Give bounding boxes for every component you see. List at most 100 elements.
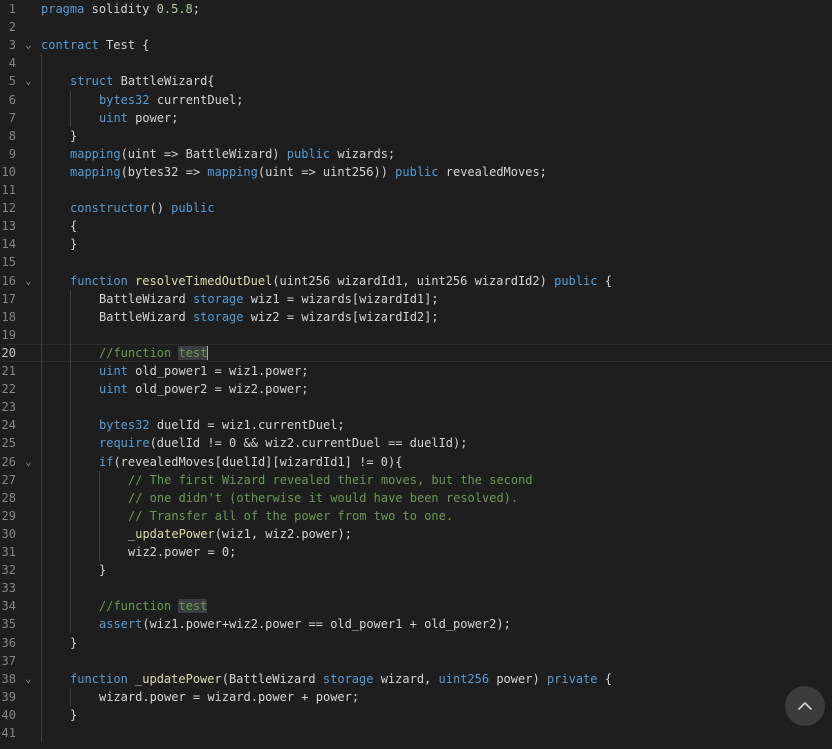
line-number: 3 xyxy=(8,38,16,53)
line-number: 1 xyxy=(8,2,16,16)
code-line[interactable]: 6 bytes32 currentDuel; xyxy=(0,91,832,109)
code-token: uint xyxy=(99,364,128,378)
code-token: { xyxy=(70,219,78,234)
code-token: function xyxy=(70,273,128,288)
code-token: if xyxy=(99,454,114,469)
code-editor[interactable]: 1 pragma solidity 0.5.8; 2 3 ⌄ contract Test … xyxy=(0,0,832,749)
code-line[interactable]: 11 xyxy=(0,181,832,199)
indent-guide xyxy=(70,90,71,127)
line-number: 12 xyxy=(1,201,16,216)
code-line[interactable]: 37 xyxy=(0,652,832,670)
fold-chevron-icon[interactable]: ⌄ xyxy=(25,272,37,290)
code-text: } xyxy=(70,706,77,724)
code-token: mapping xyxy=(70,146,121,161)
code-line[interactable]: 38 ⌄ function _updatePower(BattleWizard st… xyxy=(0,670,832,688)
code-line[interactable]: 9 mapping(uint => BattleWizard) public wi… xyxy=(0,145,832,163)
code-line[interactable]: 10 mapping(bytes32 => mapping(uint => uin… xyxy=(0,163,832,181)
code-line[interactable]: 2 xyxy=(0,18,832,36)
code-line[interactable]: 3 ⌄ contract Test { xyxy=(0,36,832,54)
code-line[interactable]: 22 uint old_power2 = wiz2.power; xyxy=(0,380,832,398)
code-line[interactable]: 40} xyxy=(0,706,832,724)
chevron-up-icon xyxy=(798,702,812,710)
code-text: uint power; xyxy=(99,109,179,127)
code-line[interactable]: 36} xyxy=(0,634,832,652)
code-line[interactable]: 20 //function test xyxy=(0,343,832,362)
code-line[interactable]: 39 wizard.power = wizard.power + power; xyxy=(0,688,832,706)
code-token: pragma xyxy=(41,2,85,16)
line-number: 18 xyxy=(1,309,16,324)
fold-chevron-icon[interactable]: ⌄ xyxy=(25,670,37,688)
code-line[interactable]: 14} xyxy=(0,235,832,253)
code-token: (wiz1.power+wiz2.power == old_power1 + o… xyxy=(142,617,511,632)
code-token: duelId = wiz1.currentDuel; xyxy=(156,418,345,433)
code-line[interactable]: 34 //function test xyxy=(0,597,832,615)
fold-chevron-icon[interactable]: ⌄ xyxy=(25,72,37,90)
code-token: // The first Wizard revealed their moves… xyxy=(128,472,533,487)
code-token: public xyxy=(395,164,439,179)
line-number: 9 xyxy=(8,146,16,161)
code-line[interactable]: 28 // one didn't (otherwise it would have… xyxy=(0,489,832,507)
line-number: 2 xyxy=(8,20,16,35)
code-line[interactable]: 19 xyxy=(0,326,832,344)
line-number: 28 xyxy=(1,490,16,505)
code-line[interactable]: 7 uint power; xyxy=(0,109,832,127)
code-text: } xyxy=(99,561,106,579)
code-line[interactable]: 18 BattleWizard storage wiz2 = wizards[wi… xyxy=(0,308,832,326)
code-line[interactable]: 24 bytes32 duelId = wiz1.currentDuel; xyxy=(0,416,832,434)
code-line[interactable]: 16 ⌄ function resolveTimedOutDuel(uint256 … xyxy=(0,272,832,290)
code-line[interactable]: 29 // Transfer all of the power from two … xyxy=(0,507,832,525)
code-line[interactable]: 23 xyxy=(0,398,832,416)
code-line[interactable]: 30 _updatePower(wiz1, wiz2.power); xyxy=(0,525,832,543)
code-token: contract xyxy=(41,38,99,53)
code-line[interactable]: 25 require(duelId != 0 && wiz2.currentDue… xyxy=(0,434,832,452)
code-token: public xyxy=(171,201,215,216)
scroll-to-top-button[interactable] xyxy=(785,686,825,726)
code-token: public xyxy=(286,146,331,161)
code-line[interactable]: 15 xyxy=(0,253,832,271)
code-line[interactable]: 32} xyxy=(0,561,832,579)
code-line[interactable]: 26 ⌄ if(revealedMoves[duelId][wizardId1] !… xyxy=(0,453,832,471)
code-token: (revealedMoves[duelId][wizardId1] != 0){ xyxy=(113,454,403,469)
code-text: _updatePower(wiz1, wiz2.power); xyxy=(128,525,352,543)
line-number: 36 xyxy=(1,635,16,650)
code-line[interactable]: 13 { xyxy=(0,217,832,235)
code-token: ; xyxy=(192,2,200,16)
fold-chevron-icon[interactable]: ⌄ xyxy=(25,453,37,471)
code-token: { xyxy=(604,273,612,288)
line-number: 30 xyxy=(1,526,16,541)
code-token: power) xyxy=(496,671,540,686)
code-line[interactable]: 33 xyxy=(0,579,832,597)
code-line[interactable]: 8} xyxy=(0,127,832,145)
line-number: 33 xyxy=(1,581,16,596)
line-number: 31 xyxy=(1,545,16,559)
code-token: mapping xyxy=(70,164,121,179)
code-line[interactable]: 12 constructor() public xyxy=(0,199,832,217)
code-text: } xyxy=(70,235,77,253)
fold-chevron-icon[interactable]: ⌄ xyxy=(25,36,37,54)
code-line[interactable]: 17 BattleWizard storage wiz1 = wizards[wi… xyxy=(0,290,832,308)
code-token: _updatePower xyxy=(128,526,215,541)
line-number: 6 xyxy=(8,92,16,107)
code-line[interactable]: 27 // The first Wizard revealed their mov… xyxy=(0,471,832,489)
code-token: wizard.power = wizard.power + power; xyxy=(99,689,360,704)
code-line[interactable]: 5 ⌄ struct BattleWizard{ xyxy=(0,72,832,90)
code-text: require(duelId != 0 && wiz2.currentDuel … xyxy=(99,434,467,452)
code-text: BattleWizard storage wiz1 = wizards[wiza… xyxy=(99,290,439,308)
line-number: 17 xyxy=(1,291,16,306)
code-line[interactable]: 31 wiz2.power = 0; xyxy=(0,543,832,561)
code-line[interactable]: 1 pragma solidity 0.5.8; xyxy=(0,0,832,18)
line-number: 11 xyxy=(1,183,16,197)
code-token: BattleWizard xyxy=(99,309,186,324)
code-token: test xyxy=(178,599,208,614)
code-token: private xyxy=(546,671,598,686)
code-token: 0.5.8 xyxy=(156,2,193,16)
code-line[interactable]: 21 uint old_power1 = wiz1.power; xyxy=(0,362,832,380)
code-line[interactable]: 4 xyxy=(0,54,832,72)
code-line[interactable]: 35 assert(wiz1.power+wiz2.power == old_po… xyxy=(0,615,832,633)
code-line[interactable]: 41 xyxy=(0,724,832,742)
line-number: 24 xyxy=(1,418,16,433)
line-number: 22 xyxy=(1,382,16,397)
code-token: wizard, xyxy=(380,671,432,686)
code-token: } xyxy=(70,707,78,722)
code-token: old_power1 = wiz1.power; xyxy=(135,364,309,378)
